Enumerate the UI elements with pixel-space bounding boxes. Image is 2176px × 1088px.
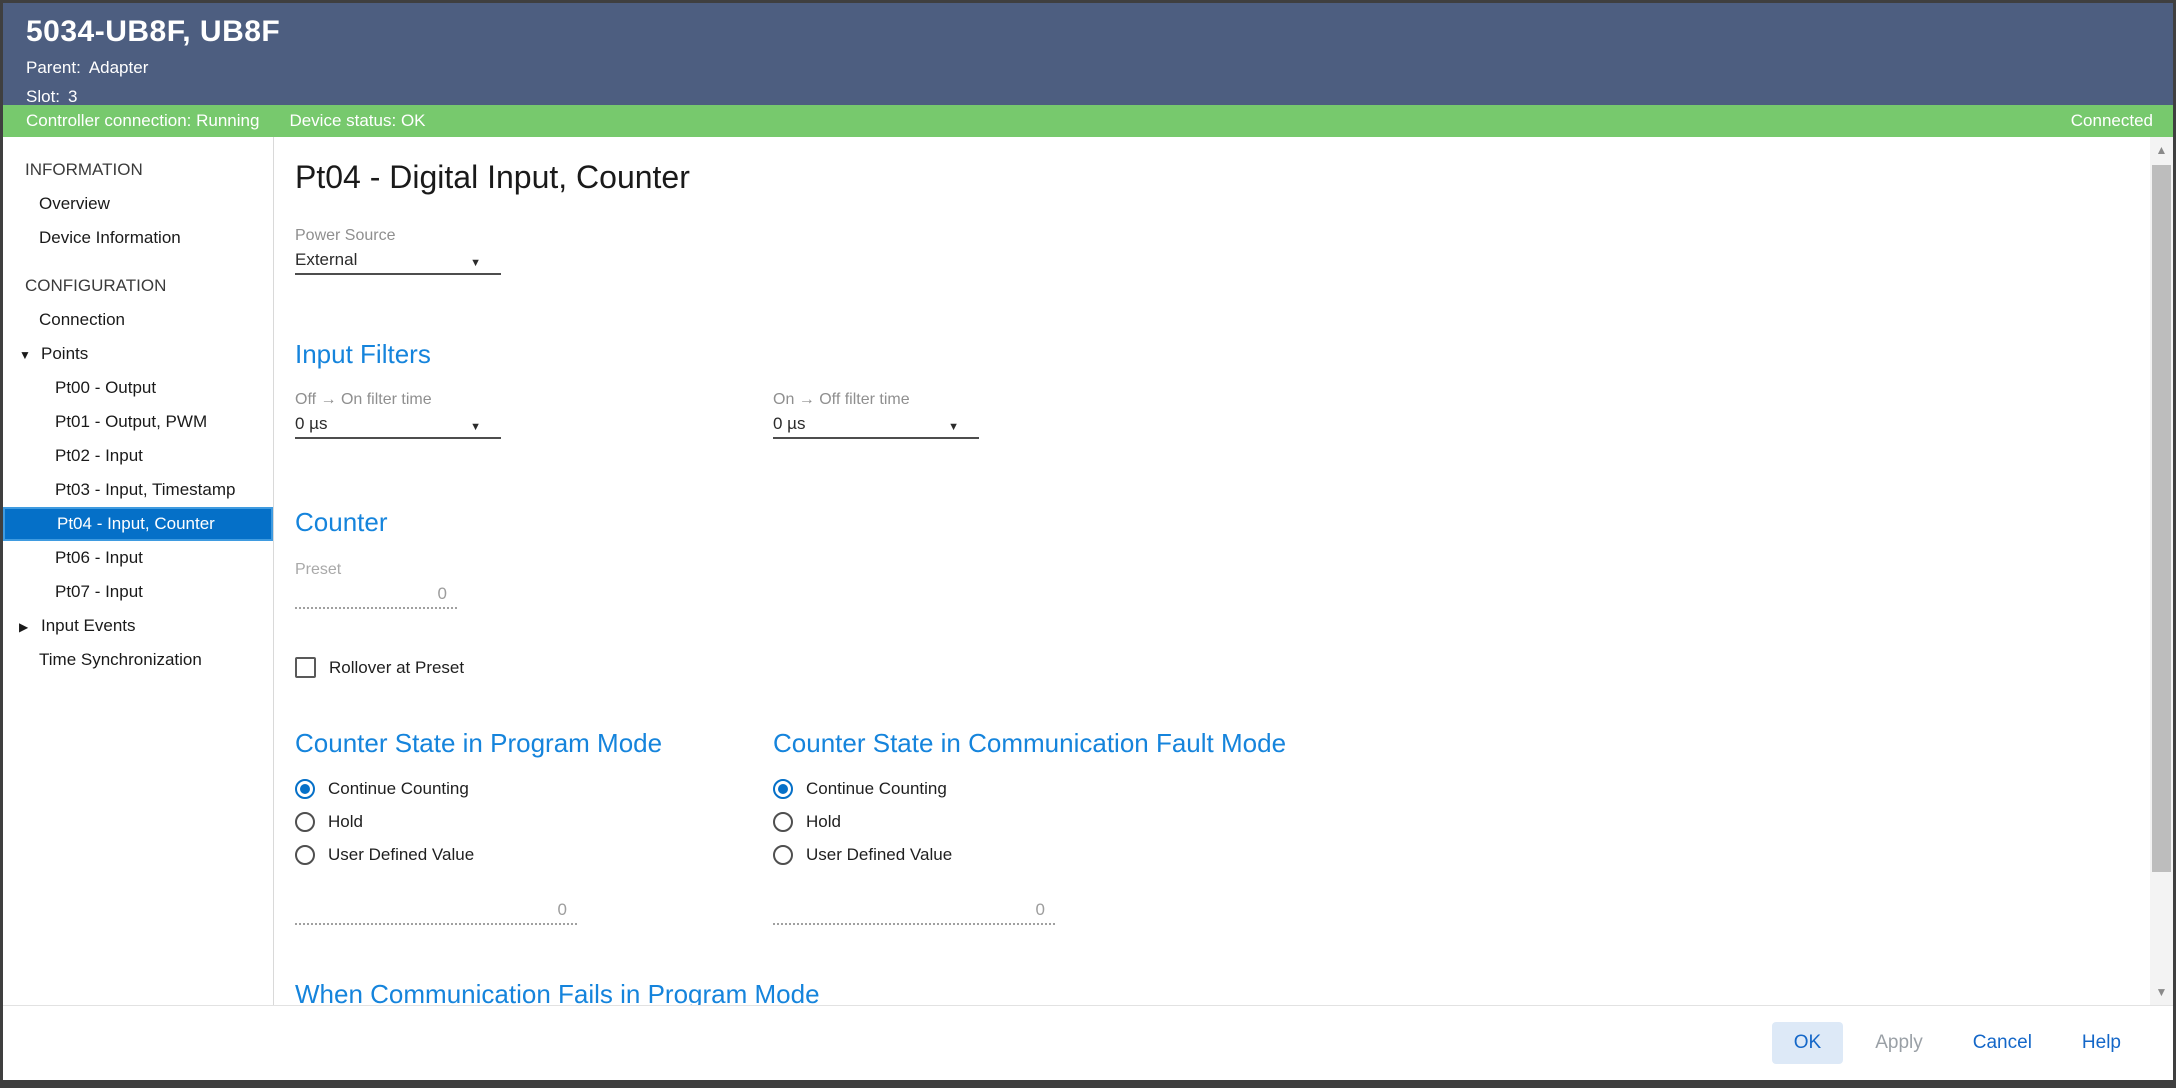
off-on-filter-field: Off → On filter time 0 µs ▼ — [295, 389, 773, 439]
power-source-field: Power Source External ▼ — [295, 225, 2173, 275]
connection-state-badge: Connected — [2071, 111, 2153, 131]
program-mode-user-value-input[interactable]: 0 — [295, 897, 577, 925]
sidebar-item-pt06[interactable]: Pt06 - Input — [3, 541, 273, 575]
sidebar-item-pt00[interactable]: Pt00 - Output — [3, 371, 273, 405]
sidebar-item-input-events-label[interactable]: Input Events — [41, 616, 136, 635]
rollover-checkbox-row[interactable]: Rollover at Preset — [295, 657, 2173, 678]
radio-unselected-icon[interactable] — [773, 845, 793, 865]
sidebar-item-pt03[interactable]: Pt03 - Input, Timestamp — [3, 473, 273, 507]
radio-label: User Defined Value — [328, 845, 474, 865]
chevron-down-icon[interactable]: ▼ — [19, 338, 41, 372]
rollover-checkbox-label: Rollover at Preset — [329, 658, 464, 678]
sidebar-item-pt01[interactable]: Pt01 - Output, PWM — [3, 405, 273, 439]
on-off-filter-field: On → Off filter time 0 µs ▼ — [773, 389, 979, 439]
slot-value: 3 — [68, 87, 77, 106]
slot-label: Slot: — [26, 87, 60, 106]
parent-label: Parent: — [26, 58, 81, 77]
apply-button[interactable]: Apply — [1857, 1022, 1941, 1064]
dropdown-arrow-icon[interactable]: ▼ — [470, 257, 481, 269]
sidebar-nav: INFORMATION Overview Device Information … — [3, 137, 274, 1005]
device-status-value: OK — [401, 111, 426, 130]
chevron-right-icon[interactable]: ▶ — [19, 610, 41, 644]
help-button[interactable]: Help — [2064, 1022, 2139, 1064]
scrollbar-thumb[interactable] — [2152, 165, 2171, 872]
input-filters-row: Off → On filter time 0 µs ▼ On → Off fil… — [295, 389, 2173, 439]
controller-connection-status: Controller connection: Running — [26, 111, 259, 131]
counter-state-options-row: Continue Counting Hold User Defined Valu… — [295, 772, 2173, 925]
off-on-filter-dropdown[interactable]: 0 µs ▼ — [295, 411, 501, 439]
program-mode-radio-hold[interactable]: Hold — [295, 805, 773, 838]
radio-selected-icon[interactable] — [773, 779, 793, 799]
sidebar-item-time-synchronization[interactable]: Time Synchronization — [3, 643, 273, 677]
on-off-filter-label: On → Off filter time — [773, 389, 979, 411]
scroll-up-icon[interactable]: ▲ — [2150, 137, 2173, 163]
sidebar-item-pt04-selected[interactable]: Pt04 - Input, Counter — [3, 507, 273, 541]
counter-heading: Counter — [295, 505, 2173, 539]
radio-label: Continue Counting — [328, 779, 469, 799]
status-bar: Controller connection: Running Device st… — [3, 105, 2173, 137]
sidebar-item-input-events[interactable]: ▶Input Events — [3, 609, 273, 643]
radio-label: Continue Counting — [806, 779, 947, 799]
radio-unselected-icon[interactable] — [773, 812, 793, 832]
radio-unselected-icon[interactable] — [295, 845, 315, 865]
program-mode-options: Continue Counting Hold User Defined Valu… — [295, 772, 773, 925]
comm-fault-radio-continue-counting[interactable]: Continue Counting — [773, 772, 1055, 805]
program-mode-radio-continue-counting[interactable]: Continue Counting — [295, 772, 773, 805]
off-on-filter-label: Off → On filter time — [295, 389, 773, 411]
radio-selected-icon[interactable] — [295, 779, 315, 799]
sidebar-item-pt07[interactable]: Pt07 - Input — [3, 575, 273, 609]
radio-label: Hold — [328, 812, 363, 832]
preset-input[interactable]: 0 — [295, 581, 457, 609]
comm-fault-mode-options: Continue Counting Hold User Defined Valu… — [773, 772, 1055, 925]
main-panel: Pt04 - Digital Input, Counter Power Sour… — [274, 137, 2173, 1005]
sidebar-item-connection[interactable]: Connection — [3, 303, 273, 337]
device-status: Device status: OK — [289, 111, 425, 131]
power-source-dropdown[interactable]: External ▼ — [295, 247, 501, 275]
when-comm-fails-heading: When Communication Fails in Program Mode — [295, 977, 2173, 1005]
power-source-label: Power Source — [295, 225, 2173, 247]
radio-label: User Defined Value — [806, 845, 952, 865]
device-header: 5034-UB8F, UB8F Parent: Adapter Slot: 3 — [3, 3, 2173, 105]
device-title: 5034-UB8F, UB8F — [26, 15, 2173, 49]
footer-bar: OK Apply Cancel Help — [3, 1005, 2173, 1080]
preset-field: Preset 0 — [295, 559, 2173, 609]
scroll-down-icon[interactable]: ▼ — [2150, 979, 2173, 1005]
parent-row: Parent: Adapter — [26, 58, 2173, 78]
comm-fault-radio-user-defined-value[interactable]: User Defined Value — [773, 838, 1055, 871]
dropdown-arrow-icon[interactable]: ▼ — [948, 421, 959, 433]
slot-row: Slot: 3 — [26, 87, 2173, 107]
radio-unselected-icon[interactable] — [295, 812, 315, 832]
comm-fault-radio-hold[interactable]: Hold — [773, 805, 1055, 838]
on-off-filter-dropdown[interactable]: 0 µs ▼ — [773, 411, 979, 439]
dropdown-arrow-icon[interactable]: ▼ — [470, 421, 481, 433]
program-mode-heading: Counter State in Program Mode — [295, 726, 773, 760]
checkbox-unchecked-icon[interactable] — [295, 657, 316, 678]
radio-label: Hold — [806, 812, 841, 832]
vertical-scrollbar[interactable]: ▲ ▼ — [2150, 137, 2173, 1005]
app-window: 5034-UB8F, UB8F Parent: Adapter Slot: 3 Co… — [0, 0, 2176, 1088]
comm-fault-user-value-input[interactable]: 0 — [773, 897, 1055, 925]
sidebar-section-information: INFORMATION — [3, 153, 273, 187]
page-title: Pt04 - Digital Input, Counter — [295, 157, 2173, 197]
body: INFORMATION Overview Device Information … — [3, 137, 2173, 1005]
sidebar-item-pt02[interactable]: Pt02 - Input — [3, 439, 273, 473]
preset-label: Preset — [295, 559, 2173, 581]
device-status-label: Device status: — [289, 111, 396, 130]
cancel-button[interactable]: Cancel — [1955, 1022, 2050, 1064]
parent-value: Adapter — [89, 58, 149, 77]
sidebar-item-points-label[interactable]: Points — [41, 344, 88, 363]
ok-button[interactable]: OK — [1772, 1022, 1843, 1064]
program-mode-radio-user-defined-value[interactable]: User Defined Value — [295, 838, 773, 871]
controller-connection-label: Controller connection: — [26, 111, 191, 130]
comm-fault-mode-heading: Counter State in Communication Fault Mod… — [773, 726, 1286, 760]
sidebar-item-points[interactable]: ▼Points — [3, 337, 273, 371]
sidebar-item-device-information[interactable]: Device Information — [3, 221, 273, 255]
counter-state-headings-row: Counter State in Program Mode Counter St… — [295, 726, 2173, 760]
controller-connection-value: Running — [196, 111, 259, 130]
input-filters-heading: Input Filters — [295, 337, 2173, 371]
sidebar-section-configuration: CONFIGURATION — [3, 269, 273, 303]
sidebar-item-overview[interactable]: Overview — [3, 187, 273, 221]
